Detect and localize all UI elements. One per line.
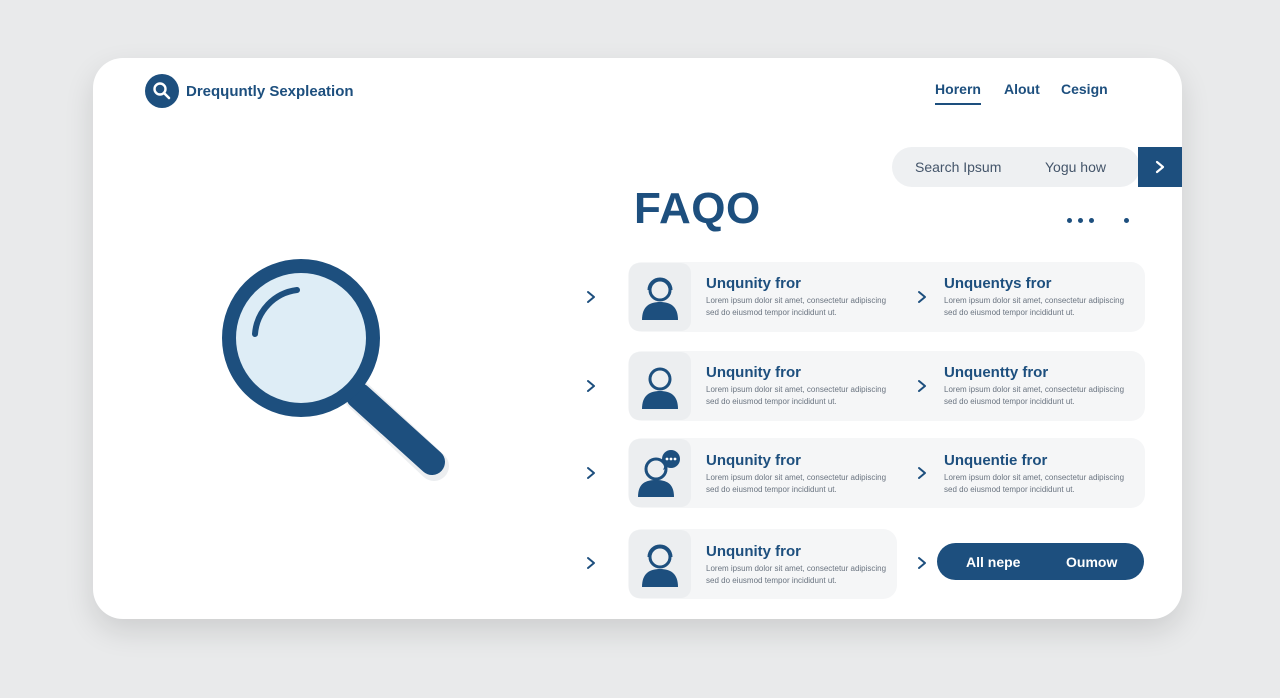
search-icon bbox=[145, 74, 179, 108]
dot bbox=[1089, 218, 1094, 223]
search-input[interactable]: Search Ipsum Yogu how bbox=[892, 147, 1140, 187]
all-button-left-label: All nepe bbox=[966, 554, 1021, 570]
faq-answer: Lorem ipsum dolor sit amet, consectetur … bbox=[944, 473, 1125, 494]
chevron-right-icon[interactable] bbox=[915, 290, 929, 304]
user-avatar-icon bbox=[629, 263, 691, 331]
chevron-right-icon[interactable] bbox=[584, 556, 598, 570]
all-questions-button[interactable]: All nepe Oumow bbox=[937, 543, 1144, 580]
dot bbox=[1124, 218, 1129, 223]
chevron-right-icon[interactable] bbox=[584, 466, 598, 480]
chat-bubble-icon bbox=[629, 439, 691, 507]
nav-active-underline bbox=[935, 103, 981, 105]
main-card: Dreqɥuntly Sexpleation Horern Alout Cesi… bbox=[93, 58, 1182, 619]
faq-answer: Lorem ipsum dolor sit amet, consectetur … bbox=[944, 385, 1125, 406]
chevron-right-icon bbox=[1155, 160, 1165, 174]
user-avatar-icon bbox=[629, 530, 691, 598]
chevron-right-icon[interactable] bbox=[584, 290, 598, 304]
faq-answer: Lorem ipsum dolor sit amet, consectetur … bbox=[706, 564, 887, 585]
faq-answer: Lorem ipsum dolor sit amet, consectetur … bbox=[706, 385, 887, 406]
faq-answer: Lorem ipsum dolor sit amet, consectetur … bbox=[944, 296, 1125, 317]
faq-answer: Lorem ipsum dolor sit amet, consectetur … bbox=[706, 473, 887, 494]
faq-question: Unqunity fror bbox=[706, 452, 801, 469]
nav-home-label: Horern bbox=[935, 81, 981, 97]
brand-name: Dreqɥuntly Sexpleation bbox=[186, 82, 354, 100]
chevron-right-icon[interactable] bbox=[915, 379, 929, 393]
user-avatar-icon bbox=[629, 352, 691, 420]
nav-home[interactable]: Horern bbox=[935, 81, 981, 105]
faq-question: Unqunity fror bbox=[706, 275, 801, 292]
chevron-right-icon[interactable] bbox=[584, 379, 598, 393]
faq-question: Unquentie fror bbox=[944, 452, 1048, 469]
faq-question: Unquentty fror bbox=[944, 364, 1049, 381]
page-title: FAQO bbox=[634, 184, 761, 233]
search-submit-button[interactable] bbox=[1138, 147, 1182, 187]
chevron-right-icon[interactable] bbox=[915, 466, 929, 480]
brand[interactable]: Dreqɥuntly Sexpleation bbox=[145, 74, 354, 108]
faq-answer: Lorem ipsum dolor sit amet, consectetur … bbox=[706, 296, 887, 317]
nav-about[interactable]: Alout bbox=[1004, 81, 1040, 97]
nav-design-label: Cesign bbox=[1061, 81, 1108, 97]
all-button-right-label: Oumow bbox=[1066, 554, 1118, 570]
faq-question: Unqunity fror bbox=[706, 543, 801, 560]
dot bbox=[1078, 218, 1083, 223]
search-placeholder: Search Ipsum bbox=[915, 159, 1002, 175]
search-bar: Search Ipsum Yogu how bbox=[892, 147, 1182, 187]
nav-design[interactable]: Cesign bbox=[1061, 81, 1108, 97]
search-query: Yogu how bbox=[1045, 159, 1106, 175]
chevron-right-icon[interactable] bbox=[915, 556, 929, 570]
nav-about-label: Alout bbox=[1004, 81, 1040, 97]
dots-icon[interactable] bbox=[1067, 218, 1072, 223]
faq-question: Unquentys fror bbox=[944, 275, 1052, 292]
faq-question: Unqunity fror bbox=[706, 364, 801, 381]
magnifying-glass-icon bbox=[219, 256, 459, 491]
